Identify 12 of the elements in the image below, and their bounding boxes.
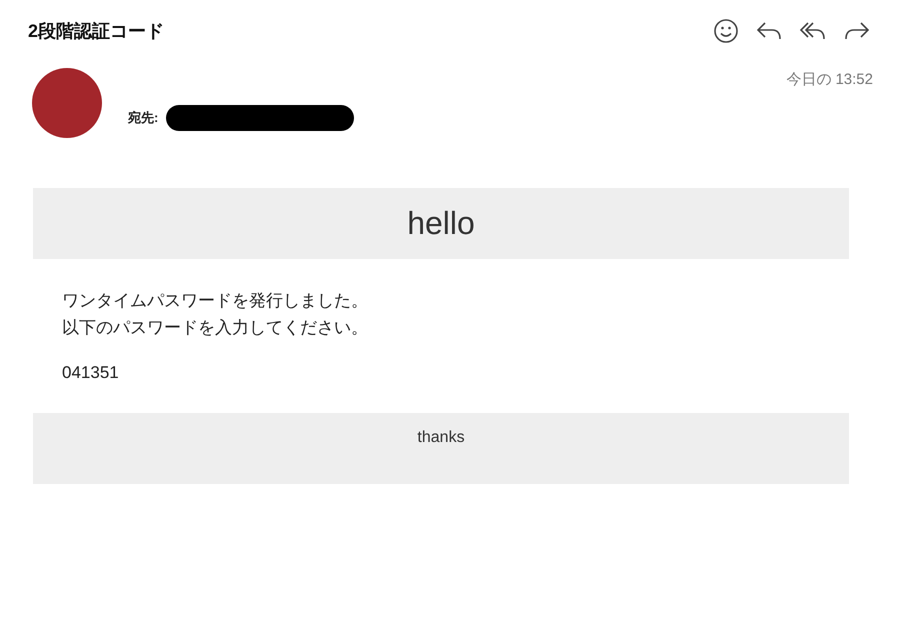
reply-icon[interactable] [755, 20, 783, 42]
email-subject: 2段階認証コード [28, 20, 164, 43]
recipient-label: 宛先: [128, 109, 158, 127]
emoji-icon[interactable] [713, 18, 739, 44]
forward-icon[interactable] [843, 20, 871, 42]
email-heading: hello [407, 205, 475, 242]
reply-all-icon[interactable] [799, 20, 827, 42]
message-line: ワンタイムパスワードを発行しました。 [62, 290, 369, 312]
received-time: 今日の 13:52 [786, 70, 873, 89]
message-line: 以下のパスワードを入力してください。 [62, 317, 369, 339]
footer-text: thanks [417, 429, 465, 447]
one-time-code: 041351 [62, 363, 120, 383]
